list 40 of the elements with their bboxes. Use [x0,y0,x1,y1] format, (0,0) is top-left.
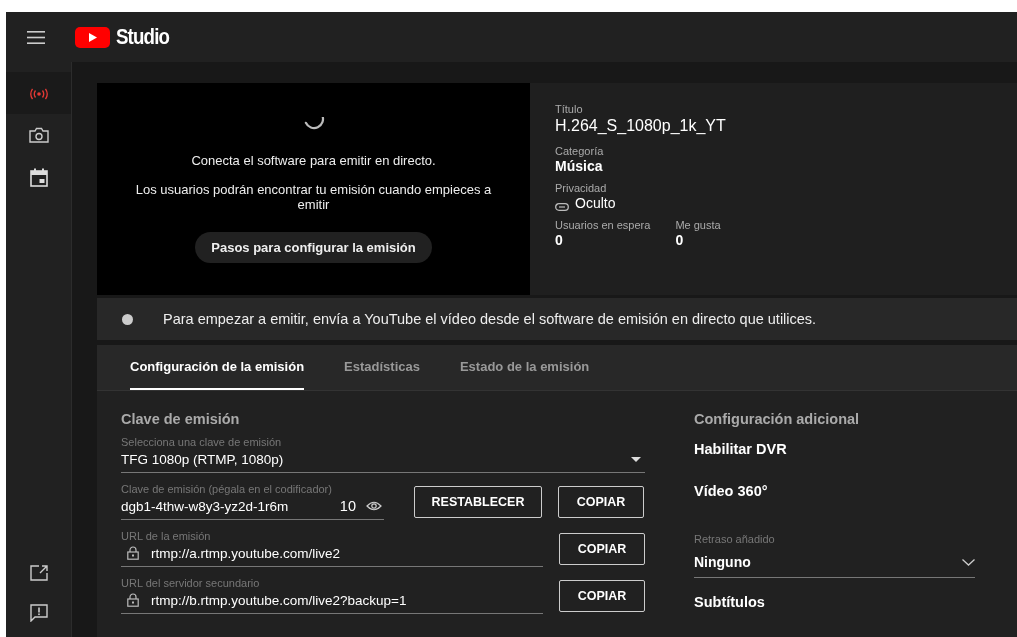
url-field[interactable]: URL del servidor secundario rtmp://b.rtmp.youtube.com/live2?backup=1 [121,577,543,614]
setting-label[interactable]: Vídeo 360° [694,483,768,499]
setup-steps-button[interactable]: Pasos para configurar la emisión [195,232,432,263]
logo-text: Studio [116,24,170,50]
stream-key-field[interactable]: Clave de emisión (pégala en el codificador) dgb1-4thw-w8y3-yz2d-1r6m 10 [121,483,384,520]
setting-label[interactable]: Habilitar DVR [694,441,787,457]
lock-icon [127,546,139,560]
tab[interactable]: Estado de la emisión [459,345,590,390]
copy-button[interactable]: COPIAR [558,485,644,518]
video-title: H.264_S_1080p_1k_YT [555,117,727,135]
link-icon [555,202,569,211]
field-label: Categoría [555,145,605,157]
stat-label: Me gusta [675,219,721,231]
preview-note: Los usuarios podrán encontrar tu emisión cuando empieces a emitir [134,182,493,212]
chevron-down-icon [962,558,975,566]
key-count: 10 [339,498,356,514]
menu-icon[interactable] [27,30,45,44]
lock-icon [127,593,139,607]
setting-label[interactable]: Subtítulos [694,594,765,610]
stream-key-select[interactable]: Selecciona una clave de emisión TFG 1080p (RTMP, 1080p) [121,433,645,473]
stat-label: Usuarios en espera [555,219,651,231]
section-heading: Configuración adicional [694,411,861,427]
delay-select[interactable]: Retraso añadido Ninguno [694,533,975,578]
copy-button[interactable]: COPIAR [559,579,645,612]
status-message: Para empezar a emitir, envía a YouTube el vídeo desde el software de emisión en directo que utilices. [163,311,817,327]
stat-value: 0 [555,232,564,248]
section-heading: Clave de emisión [121,411,241,427]
preview-message: Conecta el software para emitir en directo. [191,153,436,168]
field-label: Privacidad [555,182,608,194]
category-value: Música [555,158,604,174]
copy-button[interactable]: COPIAR [559,532,645,565]
stat-value: 0 [675,232,685,248]
url-field[interactable]: URL de la emisión rtmp://a.rtmp.youtube.com/live2 [121,530,543,567]
reset-button[interactable]: RESTABLECER [414,485,542,518]
eye-icon[interactable] [366,501,382,511]
tab[interactable]: Estadísticas [344,345,420,390]
play-logo-icon [75,26,110,48]
dropdown-icon [631,456,641,462]
field-label: Título [555,103,584,115]
privacy-value: Oculto [575,195,616,211]
